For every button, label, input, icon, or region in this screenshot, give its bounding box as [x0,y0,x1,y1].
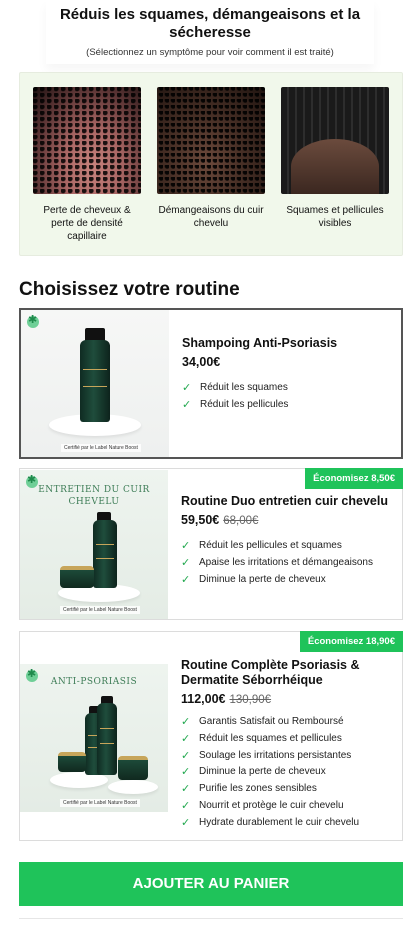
check-icon: ✓ [181,556,191,569]
jar [60,566,94,588]
image-title: ENTRETIEN DU CUIR CHEVELU [38,485,150,507]
benefit-list: ✓ Réduit les squames ✓ Réduit les pellicul… [182,380,393,414]
page-title: Réduis les squames, démangeaisons et la … [59,6,361,41]
check-icon: ✓ [182,382,192,394]
symptom-hair-loss[interactable]: Perte de cheveux & perte de densité capi… [33,87,141,243]
list-item: ✓ Apaise les irritations et démangeaisons [181,555,394,572]
product-image: ENTRETIEN DU CUIR CHEVELU Certifié par l… [20,470,168,619]
benefit-text: Réduit les pellicules et squames [199,540,342,551]
benefit-text: Hydrate durablement le cuir chevelu [199,816,360,828]
benefit-text: Diminue la perte de cheveux [199,766,326,778]
benefit-text: Réduit les squames et pellicules [199,732,342,744]
product-info: Routine Duo entretien cuir chevelu 59,50… [181,494,394,588]
list-item: ✓ Réduit les squames et pellicules [181,731,394,748]
add-to-cart-button[interactable]: AJOUTER AU PANIER [19,862,403,906]
product-info: Routine Complète Psoriasis & Dermatite S… [181,658,394,832]
product-name: Routine Duo entretien cuir chevelu [181,494,388,508]
certified-badge: Certifié par le Label Nature Boost [60,799,140,807]
routine-option-shampoo[interactable]: Certifié par le Label Nature Boost Shamp… [19,308,403,459]
check-icon: ✓ [182,398,192,411]
symptom-itching[interactable]: Démangeaisons du cuir chevelu [157,87,265,230]
divider [19,918,403,919]
bottle [97,703,117,775]
check-icon: ✓ [181,799,191,812]
old-price: 68,00€ [223,515,259,527]
check-icon: ✓ [181,749,191,762]
product-price: 59,50€ 68,00€ [181,513,394,527]
symptoms-panel: Perte de cheveux & perte de densité capi… [19,72,403,256]
routine-option-complete[interactable]: ANTI-PSORIASIS Certifié par le Label Nat… [19,631,403,841]
benefit-text: Apaise les irritations et démangeaisons [199,556,373,568]
list-item: ✓ Nourrit et protège le cuir chevelu [181,798,394,815]
benefit-text: Réduit les squames [200,382,288,393]
savings-badge: Économisez 8,50€ [305,468,403,489]
symptom-label: Squames et pellicules visibles [286,205,384,229]
benefit-text: Purifie les zones sensibles [199,783,317,795]
certified-badge: Certifié par le Label Nature Boost [61,444,141,452]
list-item: ✓ Garantis Satisfait ou Remboursé [181,714,394,731]
pedestal [108,780,158,794]
check-icon: ✓ [181,816,191,829]
hair-loss-photo [33,87,141,194]
list-item: ✓ Réduit les pellicules et squames [181,538,394,555]
benefit-text: Nourrit et protège le cuir chevelu [199,799,344,811]
product-image: ANTI-PSORIASIS Certifié par le Label Nat… [20,664,168,812]
header: Réduis les squames, démangeaisons et la … [46,0,374,64]
benefit-list: ✓ Réduit les pellicules et squames ✓ Apais… [181,538,394,588]
list-item: ✓ Réduit les squames [182,380,393,397]
savings-badge: Économisez 18,90€ [299,631,403,652]
dandruff-photo [281,87,389,194]
current-price: 59,50€ [181,513,220,527]
product-name: Shampoing Anti-Psoriasis [182,336,338,350]
image-title: ANTI-PSORIASIS [50,677,138,687]
list-item: ✓ Diminue la perte de cheveux [181,764,394,781]
bottle [93,520,117,588]
benefit-list: ✓ Garantis Satisfait ou Remboursé ✓ Réduit… [181,714,394,832]
product-price: 34,00€ [182,355,393,369]
routine-section-title: Choisissez votre routine [19,279,240,300]
routine-option-duo[interactable]: ENTRETIEN DU CUIR CHEVELU Certifié par l… [19,468,403,620]
product-name: Routine Complète Psoriasis & Dermatite S… [181,658,360,687]
certified-badge: Certifié par le Label Nature Boost [60,606,140,614]
bottle [80,340,110,422]
symptom-label: Démangeaisons du cuir chevelu [158,205,264,229]
check-icon: ✓ [181,573,191,586]
check-icon: ✓ [181,540,191,552]
current-price: 34,00€ [182,355,221,369]
itching-photo [157,87,265,194]
list-item: ✓ Hydrate durablement le cuir chevelu [181,815,394,832]
list-item: ✓ Réduit les pellicules [182,397,393,414]
check-icon: ✓ [181,732,191,745]
list-item: ✓ Diminue la perte de cheveux [181,572,394,589]
check-icon: ✓ [181,716,191,728]
product-info: Shampoing Anti-Psoriasis 34,00€ ✓ Réduit … [182,336,393,414]
list-item: ✓ Soulage les irritations persistantes [181,748,394,765]
jar [58,752,86,772]
benefit-text: Garantis Satisfait ou Remboursé [199,716,344,727]
check-icon: ✓ [181,766,191,779]
old-price: 130,90€ [229,694,272,706]
product-price: 112,00€ 130,90€ [181,692,394,706]
benefit-text: Diminue la perte de cheveux [199,573,326,585]
page-subtitle: (Sélectionnez un symptôme pour voir comm… [86,47,334,58]
check-icon: ✓ [181,783,191,796]
jar [118,756,148,780]
symptom-dandruff[interactable]: Squames et pellicules visibles [281,87,389,230]
current-price: 112,00€ [181,692,226,706]
benefit-text: Soulage les irritations persistantes [199,749,352,761]
symptom-label: Perte de cheveux & perte de densité capi… [43,205,131,242]
leaf-icon [27,313,39,328]
benefit-text: Réduit les pellicules [200,398,289,410]
list-item: ✓ Purifie les zones sensibles [181,781,394,798]
product-image: Certifié par le Label Nature Boost [21,310,169,457]
